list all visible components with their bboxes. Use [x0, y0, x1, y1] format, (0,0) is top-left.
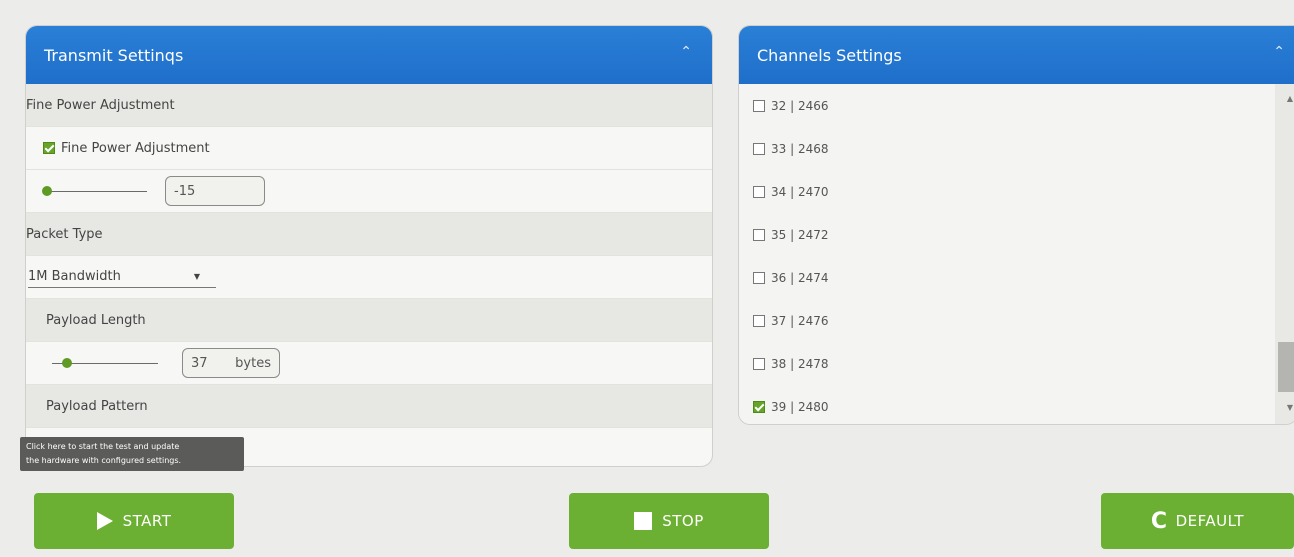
channel-label: 35 | 2472 — [771, 227, 829, 242]
packet-type-section: Packet Type — [26, 213, 712, 256]
channel-checkbox[interactable] — [753, 142, 765, 155]
payload-pattern-section: Payload Pattern — [26, 385, 712, 428]
channel-checkbox[interactable] — [753, 228, 765, 241]
channel-label: 33 | 2468 — [771, 141, 829, 156]
fine-power-slider-row: -15 — [26, 170, 712, 213]
channels-settings-panel: Channels Settings ⌃ 32 | 2466 33 | 2468 … — [738, 25, 1294, 425]
transmit-settings-panel: Transmit Settinqs ⌃ Fine Power Adjustmen… — [25, 25, 713, 467]
channel-checkbox[interactable] — [753, 99, 765, 112]
payload-length-section: Payload Length — [26, 299, 712, 342]
fine-power-value-field[interactable]: -15 — [165, 176, 265, 206]
packet-type-dropdown[interactable]: 1M Bandwidth ▼ — [28, 266, 216, 288]
payload-length-value-field[interactable]: 37 bytes — [182, 348, 280, 378]
fine-power-checkbox-label: Fine Power Adjustment — [61, 140, 210, 156]
chevron-up-icon[interactable]: ⌃ — [1273, 44, 1285, 60]
start-button[interactable]: START — [34, 493, 234, 549]
payload-length-value: 37 — [191, 355, 208, 371]
channel-label: 32 | 2466 — [771, 98, 829, 113]
channel-list: 32 | 2466 33 | 2468 34 | 2470 35 | 2472 … — [739, 84, 1275, 424]
channel-scrollbar[interactable]: ▲ ▼ — [1275, 84, 1294, 424]
channel-item[interactable]: 36 | 2474 — [739, 256, 1275, 299]
channel-item[interactable]: 35 | 2472 — [739, 213, 1275, 256]
slider-knob[interactable] — [62, 358, 72, 368]
scrollbar-thumb[interactable] — [1278, 342, 1294, 392]
packet-type-row: 1M Bandwidth ▼ — [26, 256, 712, 299]
stop-button[interactable]: STOP — [569, 493, 769, 549]
transmit-settings-header[interactable]: Transmit Settinqs ⌃ — [26, 26, 712, 84]
payload-length-unit: bytes — [235, 355, 271, 371]
channel-checkbox[interactable] — [753, 314, 765, 327]
channel-checkbox[interactable] — [753, 271, 765, 284]
fine-power-slider[interactable] — [42, 185, 147, 197]
channel-checkbox[interactable] — [753, 185, 765, 198]
channel-item[interactable]: 38 | 2478 — [739, 342, 1275, 385]
caret-down-icon: ▼ — [193, 272, 200, 281]
fine-power-section-label: Fine Power Adjustment — [26, 97, 175, 113]
channel-label: 39 | 2480 — [771, 399, 829, 414]
slider-track — [46, 191, 147, 192]
channel-item[interactable]: 37 | 2476 — [739, 299, 1275, 342]
payload-length-slider-row: 37 bytes — [26, 342, 712, 385]
tooltip-line-2: the hardware with configured settings. — [26, 456, 182, 465]
chevron-up-icon[interactable]: ⌃ — [680, 44, 692, 60]
fine-power-section: Fine Power Adjustment — [26, 84, 712, 127]
refresh-icon: C — [1150, 508, 1168, 534]
default-button-label: DEFAULT — [1175, 512, 1245, 530]
payload-length-slider[interactable] — [48, 357, 158, 369]
channel-checkbox[interactable] — [753, 400, 765, 413]
scroll-up-icon[interactable]: ▲ — [1287, 94, 1293, 103]
tooltip-line-1: Click here to start the test and update — [26, 442, 180, 451]
stop-icon — [634, 512, 653, 530]
packet-type-section-label: Packet Type — [26, 226, 103, 242]
fine-power-value: -15 — [174, 183, 196, 199]
payload-length-section-label: Payload Length — [46, 312, 146, 328]
transmit-settings-title: Transmit Settinqs — [44, 45, 184, 65]
scroll-down-icon[interactable]: ▼ — [1287, 403, 1293, 412]
channel-label: 38 | 2478 — [771, 356, 829, 371]
channels-settings-title: Channels Settings — [757, 45, 902, 65]
slider-knob[interactable] — [42, 186, 52, 196]
default-button[interactable]: C DEFAULT — [1101, 493, 1294, 549]
channels-settings-header[interactable]: Channels Settings ⌃ — [739, 26, 1294, 84]
channel-item[interactable]: 39 | 2480 — [739, 385, 1275, 424]
channel-item[interactable]: 33 | 2468 — [739, 127, 1275, 170]
channel-label: 36 | 2474 — [771, 270, 829, 285]
start-tooltip: Click here to start the test and update … — [20, 437, 244, 471]
packet-type-selected: 1M Bandwidth — [28, 269, 121, 284]
channel-label: 34 | 2470 — [771, 184, 829, 199]
fine-power-checkbox-row[interactable]: Fine Power Adjustment — [26, 127, 712, 170]
channel-item[interactable]: 32 | 2466 — [739, 84, 1275, 127]
channel-item[interactable]: 34 | 2470 — [739, 170, 1275, 213]
play-icon — [96, 512, 113, 530]
channel-checkbox[interactable] — [753, 357, 765, 370]
channel-label: 37 | 2476 — [771, 313, 829, 328]
start-button-label: START — [122, 512, 172, 530]
payload-pattern-section-label: Payload Pattern — [46, 398, 148, 414]
stop-button-label: STOP — [662, 512, 704, 530]
fine-power-checkbox[interactable] — [43, 142, 55, 154]
